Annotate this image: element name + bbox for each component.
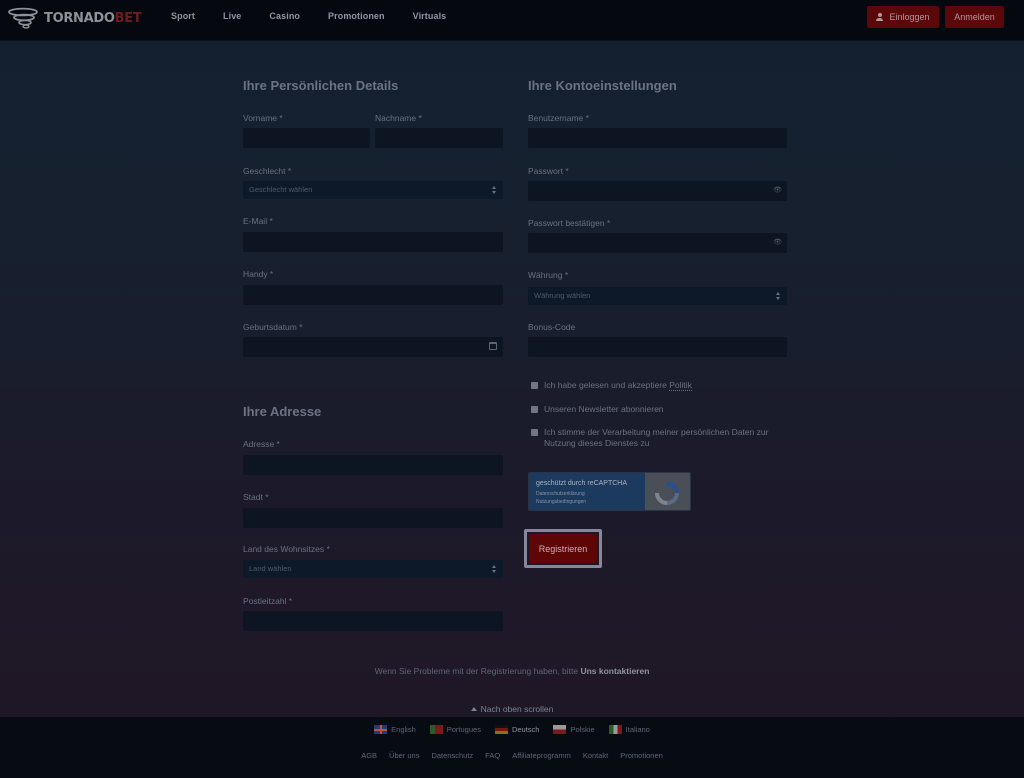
main-nav: Sport Live Casino Promotionen Virtuals bbox=[171, 11, 474, 21]
select-caret-icon bbox=[492, 186, 497, 194]
lastname-label: Nachname * bbox=[375, 113, 422, 123]
nav-sport[interactable]: Sport bbox=[171, 11, 195, 21]
recaptcha-title: geschützt durch reCAPTCHA bbox=[536, 480, 628, 487]
italy-flag-icon bbox=[608, 725, 622, 734]
login-button[interactable]: Einloggen bbox=[867, 6, 939, 28]
newsletter-checkbox-label: Unseren Newsletter abonnieren bbox=[544, 404, 664, 414]
footer-link-contact[interactable]: Kontakt bbox=[583, 751, 608, 760]
personal-details-title: Ihre Persönlichen Details bbox=[243, 78, 399, 93]
tornado-logo-icon bbox=[8, 7, 42, 29]
username-label: Benutzername * bbox=[528, 113, 589, 123]
recaptcha-logo-icon bbox=[645, 473, 690, 510]
data-processing-checkbox[interactable] bbox=[531, 429, 538, 436]
register-button[interactable]: Registrieren bbox=[529, 534, 597, 563]
login-label: Einloggen bbox=[889, 12, 930, 22]
nav-promotionen[interactable]: Promotionen bbox=[328, 11, 385, 21]
gender-label: Geschlecht * bbox=[243, 166, 292, 176]
user-icon bbox=[876, 13, 884, 21]
currency-label: Währung * bbox=[528, 270, 569, 280]
register-header-label: Anmelden bbox=[954, 12, 995, 22]
recaptcha-badge[interactable]: geschützt durch reCAPTCHA Datenschutzerk… bbox=[528, 472, 691, 511]
footer-link-affiliate[interactable]: Affiliateprogramm bbox=[512, 751, 571, 760]
recaptcha-terms-link[interactable]: Nutzungsbedingungen bbox=[536, 499, 586, 505]
city-label: Stadt * bbox=[243, 492, 269, 502]
top-header: TORNADOBET Sport Live Casino Promotionen… bbox=[0, 0, 1024, 41]
lang-polskie[interactable]: Polskie bbox=[553, 725, 595, 734]
help-text: Wenn Sie Probleme mit der Registrierung … bbox=[374, 666, 650, 676]
currency-select-value: Währung wählen bbox=[534, 291, 591, 300]
language-selector: English Portugues Deutsch Polskie Italia… bbox=[0, 725, 1024, 734]
footer-link-agb[interactable]: AGB bbox=[361, 751, 377, 760]
city-input[interactable] bbox=[243, 508, 503, 528]
policy-checkbox[interactable] bbox=[531, 382, 538, 389]
address-title: Ihre Adresse bbox=[243, 404, 322, 419]
lang-italiano[interactable]: Italiano bbox=[608, 725, 650, 734]
footer-links: AGB Über uns Datenschutz FAQ Affiliatepr… bbox=[0, 751, 1024, 760]
street-label: Adresse * bbox=[243, 439, 280, 449]
gender-select-value: Geschlecht wählen bbox=[249, 185, 313, 194]
phone-label: Handy * bbox=[243, 269, 274, 279]
zip-label: Postleitzahl * bbox=[243, 596, 293, 606]
password-input[interactable]: 👁 bbox=[528, 181, 787, 201]
nav-casino[interactable]: Casino bbox=[269, 11, 300, 21]
birthdate-input[interactable] bbox=[243, 337, 503, 357]
footer-link-privacy[interactable]: Datenschutz bbox=[431, 751, 473, 760]
phone-input[interactable] bbox=[243, 285, 503, 305]
footer-link-about[interactable]: Über uns bbox=[389, 751, 419, 760]
germany-flag-icon bbox=[494, 725, 508, 734]
email-label: E-Mail * bbox=[243, 216, 273, 226]
email-input[interactable] bbox=[243, 232, 503, 252]
currency-select[interactable]: Währung wählen bbox=[528, 287, 787, 305]
newsletter-checkbox[interactable] bbox=[531, 406, 538, 413]
footer: English Portugues Deutsch Polskie Italia… bbox=[0, 717, 1024, 778]
bonus-code-label: Bonus-Code bbox=[528, 322, 576, 332]
contact-link[interactable]: Uns kontaktieren bbox=[580, 666, 649, 676]
country-label: Land des Wohnsitzes * bbox=[243, 544, 330, 554]
password-confirm-label: Passwort bestätigen * bbox=[528, 218, 611, 228]
username-input[interactable] bbox=[528, 128, 787, 148]
nav-virtuals[interactable]: Virtuals bbox=[413, 11, 447, 21]
uk-flag-icon bbox=[374, 725, 388, 734]
register-button-focus-ring: Registrieren bbox=[524, 529, 602, 568]
register-header-button[interactable]: Anmelden bbox=[945, 6, 1004, 28]
select-caret-icon bbox=[492, 565, 497, 573]
gender-select[interactable]: Geschlecht wählen bbox=[243, 181, 503, 199]
poland-flag-icon bbox=[553, 725, 567, 734]
country-select[interactable]: Land wählen bbox=[243, 560, 503, 578]
policy-checkbox-label: Ich habe gelesen und akzeptiere Politik bbox=[544, 380, 692, 391]
country-select-value: Land wählen bbox=[249, 564, 292, 573]
data-processing-checkbox-label: Ich stimme der Verarbeitung meiner persö… bbox=[544, 427, 769, 448]
password-label: Passwort * bbox=[528, 166, 569, 176]
select-caret-icon bbox=[776, 292, 781, 300]
lastname-input[interactable] bbox=[375, 128, 503, 148]
arrow-up-icon bbox=[470, 707, 477, 711]
street-input[interactable] bbox=[243, 455, 503, 475]
site-logo[interactable]: TORNADOBET bbox=[8, 7, 142, 29]
show-password-icon[interactable]: 👁 bbox=[773, 187, 782, 195]
lang-english[interactable]: English bbox=[374, 725, 416, 734]
show-password-icon[interactable]: 👁 bbox=[773, 239, 782, 247]
lang-deutsch[interactable]: Deutsch bbox=[494, 725, 539, 734]
logo-text: TORNADOBET bbox=[44, 10, 142, 26]
policy-link[interactable]: Politik bbox=[669, 380, 692, 391]
scroll-top-button[interactable]: Nach oben scrollen bbox=[0, 704, 1024, 714]
recaptcha-privacy-link[interactable]: Datenschutzerklärung bbox=[536, 491, 585, 497]
zip-input[interactable] bbox=[243, 611, 503, 631]
footer-link-promotions[interactable]: Promotionen bbox=[620, 751, 663, 760]
password-confirm-input[interactable]: 👁 bbox=[528, 233, 787, 253]
calendar-icon[interactable] bbox=[489, 342, 497, 350]
birthdate-label: Geburtsdatum * bbox=[243, 322, 303, 332]
nav-live[interactable]: Live bbox=[223, 11, 241, 21]
account-settings-title: Ihre Kontoeinstellungen bbox=[528, 78, 677, 93]
lang-portugues[interactable]: Portugues bbox=[429, 725, 481, 734]
bonus-code-input[interactable] bbox=[528, 337, 787, 357]
footer-link-faq[interactable]: FAQ bbox=[485, 751, 500, 760]
firstname-label: Vorname * bbox=[243, 113, 283, 123]
firstname-input[interactable] bbox=[243, 128, 370, 148]
portugal-flag-icon bbox=[429, 725, 443, 734]
